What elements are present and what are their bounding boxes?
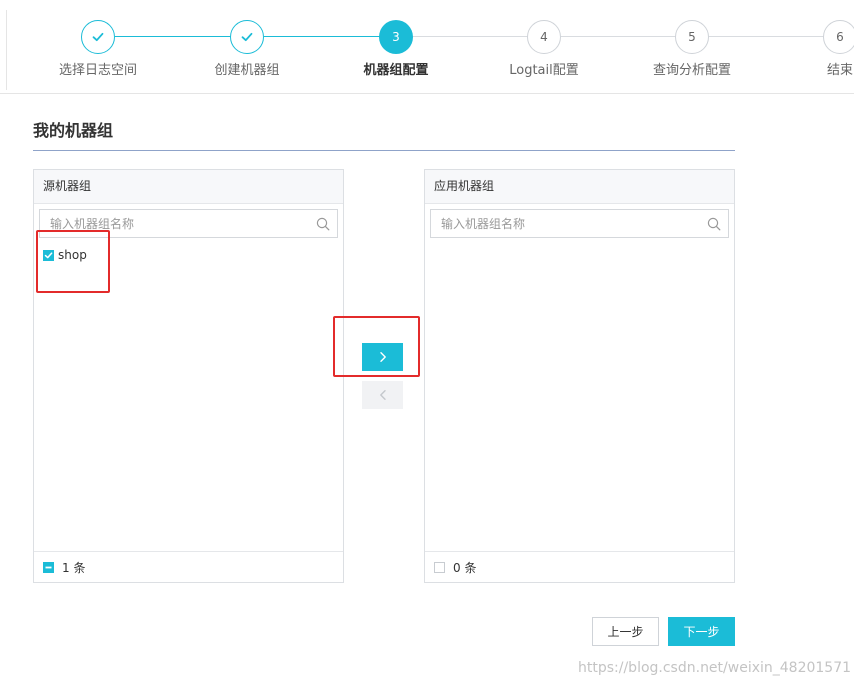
step-connector xyxy=(412,36,528,37)
step-connector xyxy=(561,36,677,37)
step-3-circle: 3 xyxy=(379,20,413,54)
step-3-label: 机器组配置 xyxy=(363,63,429,78)
indeterminate-icon xyxy=(45,566,52,568)
item-count: 0 条 xyxy=(453,560,477,575)
step-number: 4 xyxy=(540,30,548,44)
step-2-label: 创建机器组 xyxy=(214,63,280,78)
move-to-source-button[interactable] xyxy=(362,381,403,409)
step-connector xyxy=(709,36,825,37)
select-all-checkbox[interactable] xyxy=(43,561,54,573)
step-4-label: Logtail配置 xyxy=(509,63,579,78)
step-number: 3 xyxy=(392,30,400,44)
item-count: 1 条 xyxy=(62,560,86,575)
step-6-label: 结束 xyxy=(826,63,853,78)
step-5-circle: 5 xyxy=(675,20,709,54)
page-title: 我的机器组 xyxy=(33,121,114,140)
target-machine-group-panel: 应用机器组 0 条 xyxy=(424,169,735,583)
source-panel-footer: 1 条 xyxy=(34,551,343,582)
target-panel-footer: 0 条 xyxy=(425,551,734,582)
step-number: 6 xyxy=(836,30,844,44)
title-divider xyxy=(33,150,735,151)
next-step-button[interactable]: 下一步 xyxy=(668,617,735,646)
header-divider xyxy=(0,93,854,94)
previous-step-button[interactable]: 上一步 xyxy=(592,617,659,646)
left-divider xyxy=(6,10,7,90)
search-icon[interactable] xyxy=(707,217,721,231)
highlight-box-transfer-button xyxy=(333,316,420,377)
step-connector xyxy=(115,36,231,37)
target-search-input[interactable] xyxy=(431,210,701,237)
step-number: 5 xyxy=(688,30,696,44)
step-2-circle xyxy=(230,20,264,54)
check-icon xyxy=(92,32,104,42)
chevron-left-icon xyxy=(379,390,386,400)
highlight-box-selected-item xyxy=(36,230,110,293)
source-panel-title: 源机器组 xyxy=(34,170,343,204)
search-icon[interactable] xyxy=(316,217,330,231)
select-all-checkbox[interactable] xyxy=(434,561,445,573)
step-6-circle: 6 xyxy=(823,20,854,54)
step-connector xyxy=(264,36,380,37)
step-1-label: 选择日志空间 xyxy=(58,63,137,78)
target-search-box xyxy=(430,209,729,238)
check-icon xyxy=(241,32,253,42)
target-panel-title: 应用机器组 xyxy=(425,170,734,204)
step-5-label: 查询分析配置 xyxy=(652,63,731,78)
watermark: https://blog.csdn.net/weixin_48201571 xyxy=(578,660,852,676)
step-1-circle xyxy=(81,20,115,54)
step-4-circle: 4 xyxy=(527,20,561,54)
